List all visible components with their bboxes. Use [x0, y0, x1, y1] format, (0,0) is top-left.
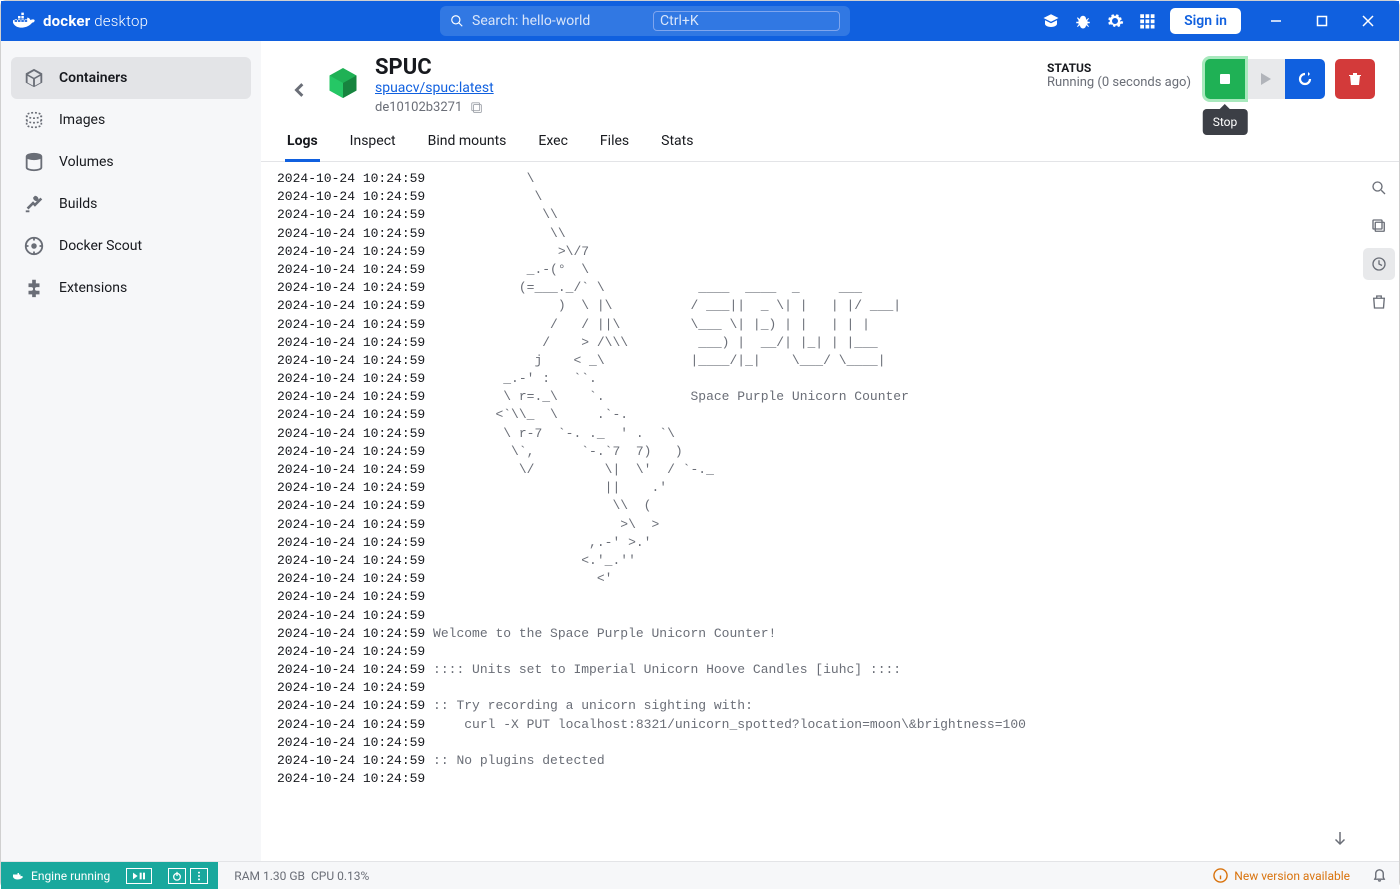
update-available-link[interactable]: New version available	[1203, 868, 1360, 883]
status-label: STATUS	[1047, 61, 1191, 75]
apps-icon[interactable]	[1138, 12, 1156, 30]
status-text: Running (0 seconds ago)	[1047, 75, 1191, 90]
sidebar-item-label: Volumes	[59, 154, 114, 170]
chevron-left-icon	[293, 83, 307, 97]
sidebar-item-label: Builds	[59, 196, 97, 212]
window-close-button[interactable]	[1345, 1, 1391, 41]
sidebar-item-label: Containers	[59, 70, 127, 86]
containers-icon	[23, 67, 45, 89]
search-icon	[1370, 179, 1388, 197]
engine-status[interactable]: Engine running	[1, 862, 218, 889]
container-icon	[325, 65, 361, 101]
sidebar-item-label: Docker Scout	[59, 238, 142, 254]
sidebar-item-containers[interactable]: Containers	[11, 57, 251, 99]
search-shortcut: Ctrl+K	[653, 11, 840, 31]
sidebar-item-builds[interactable]: Builds	[11, 183, 251, 225]
restart-icon	[1297, 71, 1313, 87]
tab-stats[interactable]: Stats	[659, 129, 695, 161]
settings-icon[interactable]	[1106, 12, 1124, 30]
restart-button[interactable]	[1285, 59, 1325, 99]
main: SPUC spuacv/spuc:latest de10102b3271 STA…	[261, 41, 1399, 861]
image-link[interactable]: spuacv/spuc:latest	[375, 80, 494, 96]
scroll-to-bottom-button[interactable]	[1331, 829, 1349, 851]
window-minimize-button[interactable]	[1253, 1, 1299, 41]
tab-logs[interactable]: Logs	[285, 129, 320, 162]
trash-icon	[1347, 71, 1363, 87]
engine-play-pause-button[interactable]	[126, 868, 152, 884]
sidebar-item-scout[interactable]: Docker Scout	[11, 225, 251, 267]
engine-menu-button[interactable]	[190, 868, 208, 884]
container-id: de10102b3271	[375, 100, 462, 115]
tab-exec[interactable]: Exec	[536, 129, 570, 161]
back-button[interactable]	[285, 73, 315, 111]
log-timestamps-button[interactable]	[1363, 248, 1395, 280]
scout-icon	[23, 235, 45, 257]
log-search-button[interactable]	[1363, 172, 1395, 204]
statusbar: Engine running RAM 1.30 GB CPU 0.13% New…	[1, 861, 1399, 889]
window-maximize-button[interactable]	[1299, 1, 1345, 41]
copy-icon[interactable]	[470, 101, 484, 115]
cpu-metric: CPU 0.13%	[311, 869, 369, 883]
titlebar: docker desktop Search: hello-world Ctrl+…	[1, 1, 1399, 41]
logo-text: docker desktop	[43, 12, 148, 30]
stop-button[interactable]: Stop	[1205, 59, 1245, 99]
engine-power-button[interactable]	[168, 868, 186, 884]
log-copy-button[interactable]	[1363, 210, 1395, 242]
clock-icon	[1370, 255, 1388, 273]
log-output[interactable]: 2024-10-24 10:24:59 \ 2024-10-24 10:24:5…	[261, 162, 1359, 861]
tab-files[interactable]: Files	[598, 129, 631, 161]
stop-icon	[1217, 71, 1233, 87]
learning-icon[interactable]	[1042, 12, 1060, 30]
extensions-icon	[23, 277, 45, 299]
builds-icon	[23, 193, 45, 215]
arrow-down-icon	[1331, 829, 1349, 847]
sidebar: Containers Images Volumes Builds Docker …	[1, 41, 261, 861]
sidebar-item-label: Extensions	[59, 280, 127, 296]
ram-metric: RAM 1.30 GB	[234, 869, 305, 883]
tab-bindmounts[interactable]: Bind mounts	[426, 129, 509, 161]
start-button[interactable]	[1245, 59, 1285, 99]
info-icon	[1213, 868, 1228, 883]
logo-area: docker desktop	[9, 11, 254, 31]
sidebar-item-label: Images	[59, 112, 105, 128]
notifications-button[interactable]	[1360, 867, 1399, 885]
search-placeholder: Search: hello-world	[472, 13, 645, 29]
signin-button[interactable]: Sign in	[1170, 8, 1241, 34]
stop-tooltip: Stop	[1203, 109, 1248, 135]
copy-icon	[1370, 217, 1388, 235]
bug-icon[interactable]	[1074, 12, 1092, 30]
images-icon	[23, 109, 45, 131]
bell-icon	[1372, 867, 1387, 882]
tab-inspect[interactable]: Inspect	[348, 129, 398, 161]
play-icon	[1257, 71, 1273, 87]
sidebar-item-extensions[interactable]: Extensions	[11, 267, 251, 309]
search-icon	[450, 14, 464, 28]
search-input[interactable]: Search: hello-world Ctrl+K	[440, 6, 850, 36]
delete-button[interactable]	[1335, 59, 1375, 99]
whale-small-icon	[11, 870, 23, 882]
volumes-icon	[23, 151, 45, 173]
container-name: SPUC	[375, 55, 1047, 80]
sidebar-item-volumes[interactable]: Volumes	[11, 141, 251, 183]
docker-logo-icon	[9, 11, 37, 31]
sidebar-item-images[interactable]: Images	[11, 99, 251, 141]
log-clear-button[interactable]	[1363, 286, 1395, 318]
trash-icon	[1370, 293, 1388, 311]
